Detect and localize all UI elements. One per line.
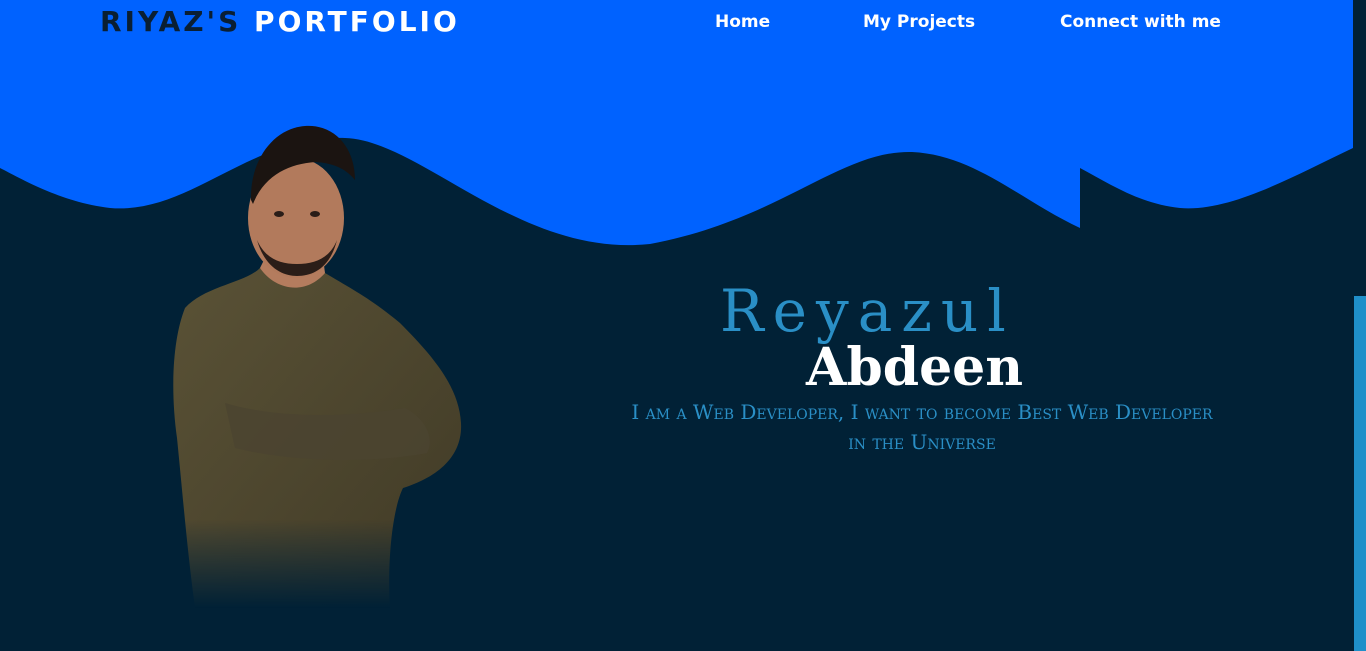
- nav-connect-link[interactable]: Connect with me: [1060, 11, 1221, 33]
- logo-part-name: RIYAZ'S: [100, 5, 242, 38]
- portfolio-page: RIYAZ'S PORTFOLIO Home My Projects Conne…: [0, 0, 1366, 651]
- scrollbar-thumb[interactable]: [1354, 296, 1366, 651]
- nav-projects-link[interactable]: My Projects: [863, 11, 975, 33]
- site-logo[interactable]: RIYAZ'S PORTFOLIO: [100, 4, 460, 40]
- logo-part-title: PORTFOLIO: [254, 5, 460, 38]
- hero-last-name: Abdeen: [806, 337, 1024, 398]
- profile-photo: [173, 125, 462, 608]
- nav-home-link[interactable]: Home: [715, 11, 770, 33]
- hero-tagline: I am a Web Developer, I want to become B…: [631, 400, 1213, 454]
